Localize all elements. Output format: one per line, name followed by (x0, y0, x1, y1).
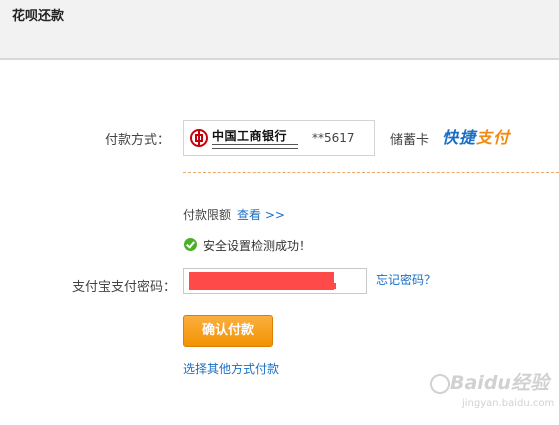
check-circle-icon (184, 238, 197, 251)
quickpay-accent-text: 支付 (476, 128, 511, 147)
quickpay-main-text: 快捷 (442, 128, 477, 147)
confirm-payment-button[interactable]: 确认付款 (183, 315, 273, 347)
bank-name: 中国工商银行 (212, 129, 288, 143)
page-title: 花呗还款 (12, 9, 65, 24)
dashed-divider (183, 172, 559, 173)
watermark-sub: jingyan.baidu.com (462, 398, 555, 409)
password-redaction (189, 272, 334, 290)
icbc-logo-icon (190, 129, 208, 147)
card-number: **5617 (312, 131, 355, 145)
password-input[interactable] (183, 268, 367, 294)
card-type: 储蓄卡 (390, 133, 430, 148)
baidu-watermark: Baidu经验 jingyan.baidu.com (424, 368, 555, 418)
quickpay-logo: 快捷支付 (442, 124, 510, 148)
forgot-password-link[interactable]: 忘记密码？ (376, 271, 436, 288)
payment-limit-label: 付款限额 (183, 208, 232, 222)
watermark-main: Baidu经验 (450, 372, 549, 394)
password-redaction-tail (322, 283, 336, 289)
bank-english-name-lines (212, 144, 298, 149)
payment-method-label: 付款方式： (105, 133, 171, 148)
password-label: 支付宝支付密码： (72, 280, 177, 295)
security-check-message: 安全设置检测成功！ (203, 239, 312, 253)
other-payment-method-link[interactable]: 选择其他方式付款 (183, 360, 279, 377)
view-limit-link[interactable]: 查看 >> (237, 206, 285, 223)
baidu-paw-icon (430, 374, 450, 394)
page-header: 花呗还款 (0, 0, 559, 60)
bank-card-selector[interactable]: 中国工商银行 **5617 (183, 120, 375, 156)
